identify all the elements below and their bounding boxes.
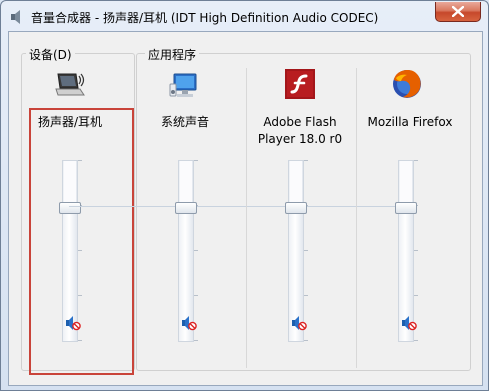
tick-mark — [414, 340, 418, 341]
system-sounds-label: 系统声音 — [160, 115, 209, 129]
mixer-client-area: 设备(D) 应用程序 扬声器/耳机 系统声音 Adobe Flash Playe… — [8, 31, 483, 386]
tick-mark — [194, 295, 198, 296]
tick-mark — [194, 160, 198, 161]
system-sounds-icon[interactable] — [169, 70, 201, 102]
channel-divider — [356, 68, 357, 368]
tick-mark — [304, 250, 308, 251]
applications-group-label: 应用程序 — [145, 46, 200, 63]
flash-player-volume-slider[interactable] — [285, 202, 307, 214]
tick-mark — [304, 160, 308, 161]
device-mute-icon[interactable] — [65, 315, 81, 331]
tick-mark — [304, 295, 308, 296]
flash-player-icon[interactable] — [284, 68, 316, 100]
tick-mark — [194, 340, 198, 341]
title-bar[interactable]: 音量合成器 - 扬声器/耳机 (IDT High Definition Audi… — [1, 1, 488, 31]
tick-mark — [414, 295, 418, 296]
close-icon — [452, 6, 464, 17]
laptop-speaker-icon[interactable] — [54, 68, 86, 100]
volume-mixer-window: 音量合成器 - 扬声器/耳机 (IDT High Definition Audi… — [0, 0, 489, 391]
channel-divider — [246, 68, 247, 368]
firefox-icon[interactable] — [391, 68, 423, 100]
system-sounds-mute-icon[interactable] — [181, 315, 197, 331]
tick-mark — [78, 295, 82, 296]
tick-mark — [414, 160, 418, 161]
volume-link-line — [69, 206, 409, 207]
speaker-icon — [11, 10, 20, 24]
system-sounds-volume-slider[interactable] — [175, 202, 197, 214]
tick-mark — [78, 340, 82, 341]
device-volume-slider[interactable] — [59, 202, 81, 214]
flash-player-mute-icon[interactable] — [291, 315, 307, 331]
close-button[interactable] — [435, 2, 481, 22]
window-title: 音量合成器 - 扬声器/耳机 (IDT High Definition Audi… — [31, 11, 379, 25]
tick-mark — [304, 340, 308, 341]
tick-mark — [414, 250, 418, 251]
tick-mark — [194, 250, 198, 251]
flash-player-label: Adobe Flash Player 18.0 r0 — [257, 115, 343, 146]
tick-mark — [78, 250, 82, 251]
device-group-label[interactable]: 设备(D) — [26, 46, 75, 63]
firefox-label: Mozilla Firefox — [367, 115, 453, 129]
firefox-volume-slider[interactable] — [395, 202, 417, 214]
selected-device-highlight — [29, 108, 134, 375]
tick-mark — [78, 160, 82, 161]
firefox-mute-icon[interactable] — [401, 315, 417, 331]
